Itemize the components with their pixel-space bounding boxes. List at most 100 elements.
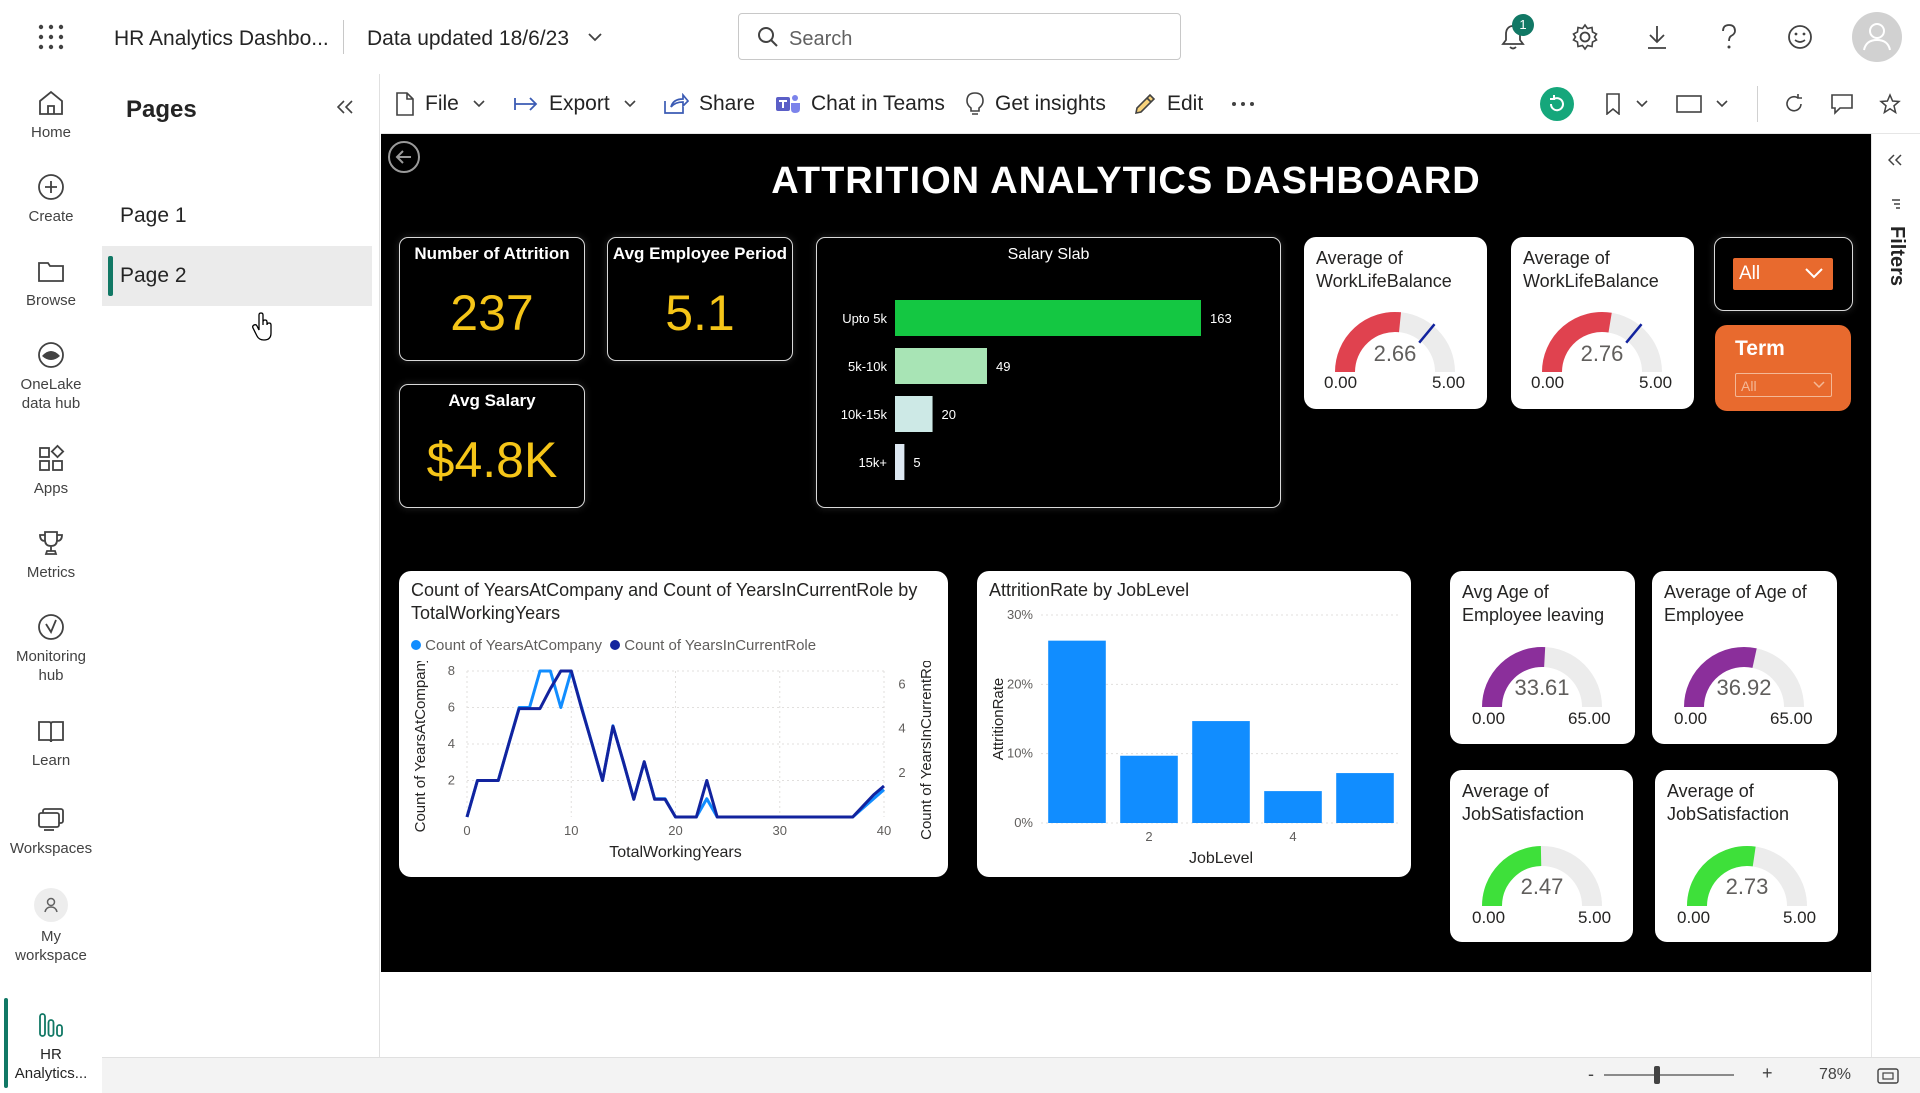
gauge-card-jobsat-2: Average of JobSatisfaction 2.73 0.00 5.0… [1655, 770, 1838, 942]
report-toolbar: File Export Share Chat in Teams Get insi… [381, 74, 1920, 134]
export-arrow-icon [514, 97, 538, 111]
rail-item-onelake[interactable]: OneLake data hub [0, 340, 102, 414]
attrition-bar [1336, 773, 1394, 823]
expand-pane-icon[interactable] [1888, 154, 1902, 166]
gauge-card-worklife-1: Average of WorkLifeBalance 2.66 0.00 5.0… [1304, 237, 1487, 409]
file-menu[interactable]: File [395, 74, 495, 134]
chart-title: Count of YearsAtCompany and Count of Yea… [411, 580, 918, 623]
reset-icon[interactable] [1540, 87, 1574, 121]
zoom-out-button[interactable]: - [1588, 1064, 1594, 1085]
feedback-smiley-icon[interactable] [1783, 20, 1817, 54]
comment-icon[interactable] [1829, 91, 1855, 117]
chevron-down-icon [1813, 381, 1825, 389]
rail-label: Workspaces [9, 840, 93, 857]
pages-pane: Pages Page 1 Page 2 [102, 74, 380, 1057]
rail-item-my-workspace[interactable]: My workspace [0, 888, 102, 966]
book-icon [38, 721, 64, 743]
attrition-bar-chart: 0% 10% 20% 30% 2 4 JobLevel AttritionRate [990, 607, 1401, 867]
hand-cursor-icon [252, 312, 272, 341]
gauge-title: Avg Age of Employee leaving [1462, 582, 1605, 625]
attrition-bar [1192, 721, 1250, 823]
zoom-slider-track[interactable] [1604, 1074, 1734, 1076]
x-axis-title: JobLevel [1189, 850, 1253, 867]
kpi-card-employee-period: Avg Employee Period 5.1 [607, 237, 793, 361]
y-tick-label: 10% [1007, 746, 1033, 761]
bookmark-icon[interactable] [1600, 91, 1626, 117]
file-icon [396, 92, 414, 116]
gauge-max: 65.00 [1770, 709, 1813, 728]
chevron-down-icon[interactable] [1712, 94, 1732, 114]
chevron-down-icon[interactable] [585, 27, 605, 47]
edit-button[interactable]: Edit [1133, 74, 1203, 134]
x-tick-label: 20 [668, 823, 682, 838]
zoom-level: 78% [1819, 1066, 1852, 1083]
search-box[interactable]: Search [738, 13, 1181, 60]
home-icon [39, 90, 63, 115]
rail-item-workspaces[interactable]: Workspaces [0, 804, 102, 859]
view-mode-icon[interactable] [1674, 91, 1704, 117]
y-tick-label: 2 [448, 773, 455, 788]
gauge-max: 65.00 [1568, 709, 1611, 728]
rail-item-browse[interactable]: Browse [0, 256, 102, 311]
bar-value-label: 49 [996, 359, 1010, 374]
rail-item-learn[interactable]: Learn [0, 716, 102, 771]
rail-item-monitoring[interactable]: Monitoring hub [0, 612, 102, 686]
collapse-pane-icon[interactable] [332, 94, 358, 120]
active-indicator [4, 998, 8, 1088]
gauge-title: Average of WorkLifeBalance [1316, 248, 1452, 291]
folder-icon [38, 262, 64, 282]
rail-item-hr-analytics[interactable]: HR Analytics... [0, 992, 102, 1093]
get-insights-button[interactable]: Get insights [965, 74, 1106, 134]
rail-label: Learn [31, 752, 71, 769]
y-tick-label: 8 [448, 663, 455, 678]
zoom-slider-thumb[interactable] [1654, 1066, 1660, 1084]
report-title[interactable]: HR Analytics Dashbo... [114, 28, 329, 49]
all-slicer-dropdown[interactable]: All [1733, 258, 1833, 290]
zoom-in-button[interactable]: + [1762, 1063, 1773, 1084]
chat-in-teams-button[interactable]: Chat in Teams [775, 74, 945, 134]
download-icon[interactable] [1640, 20, 1674, 54]
export-menu[interactable]: Export [513, 74, 646, 134]
teams-icon [776, 95, 800, 113]
page-item-2[interactable]: Page 2 [102, 246, 372, 306]
rail-item-apps[interactable]: Apps [0, 444, 102, 499]
y2-tick-label: 6 [898, 676, 905, 691]
rail-item-metrics[interactable]: Metrics [0, 528, 102, 583]
kpi-card-attrition: Number of Attrition 237 [399, 237, 585, 361]
fit-to-page-icon[interactable] [1877, 1068, 1899, 1084]
settings-gear-icon[interactable] [1568, 20, 1602, 54]
term-slicer-dropdown[interactable]: All [1735, 373, 1832, 397]
page-item-1[interactable]: Page 1 [102, 186, 372, 246]
x-axis-title: TotalWorkingYears [609, 844, 742, 861]
gauge-value: 33.61 [1514, 675, 1570, 700]
share-button[interactable]: Share [663, 74, 755, 134]
chevron-down-icon[interactable] [1632, 94, 1652, 114]
rail-label: Monitoring hub [15, 648, 87, 684]
attrition-bar [1120, 755, 1178, 823]
rail-item-home[interactable]: Home [0, 88, 102, 143]
refresh-icon[interactable] [1781, 91, 1807, 117]
term-slicer-card: Term All [1715, 325, 1851, 411]
legend-entry: Count of YearsAtCompany [425, 637, 602, 654]
favorite-star-icon[interactable] [1877, 91, 1903, 117]
gauge-title: Average of JobSatisfaction [1462, 781, 1585, 824]
bar-category-label: 5k-10k [848, 359, 888, 374]
user-avatar[interactable] [1852, 12, 1902, 62]
chevron-down-icon [624, 100, 636, 108]
y-axis-title: AttritionRate [990, 678, 1007, 761]
rail-item-create[interactable]: Create [0, 172, 102, 227]
help-icon[interactable] [1712, 20, 1746, 54]
more-options-icon[interactable] [1231, 74, 1265, 134]
all-slicer-card: All [1714, 237, 1853, 311]
app-launcher-icon[interactable] [36, 22, 66, 52]
filters-pane-collapsed[interactable]: Filters [1871, 134, 1920, 1057]
rail-label: OneLake data hub [20, 376, 82, 412]
gauge-value: 2.47 [1520, 874, 1564, 899]
salary-slab-chart: Upto 5k 163 5k-10k 49 10k-15k 20 15k+ 5 [841, 300, 1232, 480]
y-tick-label: 4 [448, 736, 455, 751]
x-tick-label: 10 [564, 823, 578, 838]
chat-label: Chat in Teams [811, 92, 945, 115]
data-updated-dropdown[interactable]: Data updated 18/6/23 [367, 28, 569, 49]
gauge-min: 0.00 [1472, 709, 1506, 728]
bar-category-label: 10k-15k [841, 407, 888, 422]
